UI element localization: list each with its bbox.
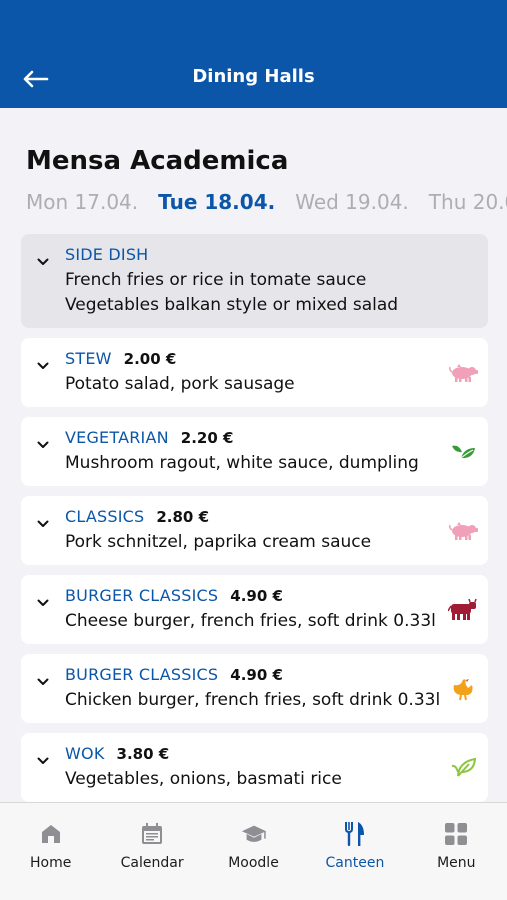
app-header: Dining Halls [0,0,507,108]
menu-item-description: French fries or rice in tomate sauce [65,270,367,290]
tab-label: Canteen [325,855,385,871]
menu-item-card[interactable]: BURGER CLASSICS 4.90 € Cheese burger, fren… [21,575,488,644]
header-title: Dining Halls [192,66,315,87]
menu-item-header: SIDE DISH [65,245,432,268]
menu-item-header: CLASSICS 2.80 € [65,507,432,530]
day-tab-0[interactable]: Mon 17.04. [26,190,138,220]
menu-item-description: Vegetables balkan style or mixed salad [65,295,399,315]
tab-calendar[interactable]: Calendar [101,803,202,900]
chevron-down-icon [37,252,49,265]
menu-item-card[interactable]: VEGETARIAN 2.20 € Mushroom ragout, white s… [21,417,488,486]
pig-icon [448,518,478,544]
dining-hall-title: Mensa Academica [26,146,289,176]
vegan-leaf-icon [448,755,478,781]
menu-item-header: WOK 3.80 € [65,744,432,767]
menu-item-category: CLASSICS [65,507,145,526]
chevron-down-icon [37,751,49,764]
menu-item-category: BURGER CLASSICS [65,665,219,684]
menu-item-description: Chicken burger, french fries, soft drink… [65,690,441,710]
menu-item-price: 2.20 € [180,429,234,447]
tab-label: Moodle [228,855,279,871]
menu-item-price: 3.80 € [116,745,170,763]
menu-item-price: 4.90 € [230,666,283,684]
day-tab-3[interactable]: Thu 20.04 [429,190,507,220]
menu-item-category: BURGER CLASSICS [65,586,219,605]
chevron-down-icon [37,672,49,685]
tab-menu[interactable]: Menu [406,803,507,900]
menu-item-header: BURGER CLASSICS 4.90 € [65,586,432,609]
menu-item-price: 2.80 € [156,508,210,526]
chevron-down-icon [37,435,49,448]
fork-knife-icon [342,821,368,847]
menu-item-card[interactable]: CLASSICS 2.80 € Pork schnitzel, paprika cr… [21,496,488,565]
menu-item-card[interactable]: WOK 3.80 € Vegetables, onions, basmati ric… [21,733,488,802]
leaves-icon [448,439,478,465]
chevron-down-icon [37,514,49,527]
day-tab-2[interactable]: Wed 19.04. [295,190,409,220]
menu-item-price: 4.90 € [230,587,283,605]
menu-list: SIDE DISH French fries or rice in tomate … [21,234,488,802]
menu-item-header: STEW 2.00 € [65,349,432,372]
menu-item-category: SIDE DISH [65,245,149,264]
tab-label: Menu [437,855,476,871]
menu-item-category: VEGETARIAN [65,428,169,447]
day-tab-1[interactable]: Tue 18.04. [158,190,275,220]
cow-icon [448,597,478,623]
chevron-down-icon [37,593,49,606]
grid-icon [443,821,469,847]
menu-item-header: VEGETARIAN 2.20 € [65,428,432,451]
chicken-icon [448,676,478,702]
menu-item-card[interactable]: STEW 2.00 € Potato salad, pork sausage [21,338,488,407]
tab-bar: Home Calendar Moodle Canteen Menu [0,802,507,900]
graduation-cap-icon [241,821,267,847]
day-selector: Mon 17.04. Tue 18.04. Wed 19.04. Thu 20.04 [26,190,507,220]
menu-item-description: Cheese burger, french fries, soft drink … [65,611,436,631]
pig-icon [448,360,478,386]
tab-label: Calendar [120,855,184,871]
menu-item-category: WOK [65,744,105,763]
menu-item-header: BURGER CLASSICS 4.90 € [65,665,432,688]
home-icon [38,821,64,847]
tab-moodle[interactable]: Moodle [203,803,304,900]
chevron-down-icon [37,356,49,369]
menu-item-description: Vegetables, onions, basmati rice [65,769,342,789]
tab-canteen[interactable]: Canteen [304,803,405,900]
tab-home[interactable]: Home [0,803,101,900]
menu-item-card[interactable]: BURGER CLASSICS 4.90 € Chicken burger, fre… [21,654,488,723]
tab-label: Home [30,855,72,871]
menu-item-description: Mushroom ragout, white sauce, dumpling [65,453,419,473]
calendar-icon [139,821,165,847]
menu-item-description: Potato salad, pork sausage [65,374,295,394]
menu-item-description: Pork schnitzel, paprika cream sauce [65,532,372,552]
menu-item-price: 2.00 € [123,350,177,368]
menu-item-category: STEW [65,349,112,368]
menu-item-card[interactable]: SIDE DISH French fries or rice in tomate … [21,234,488,328]
